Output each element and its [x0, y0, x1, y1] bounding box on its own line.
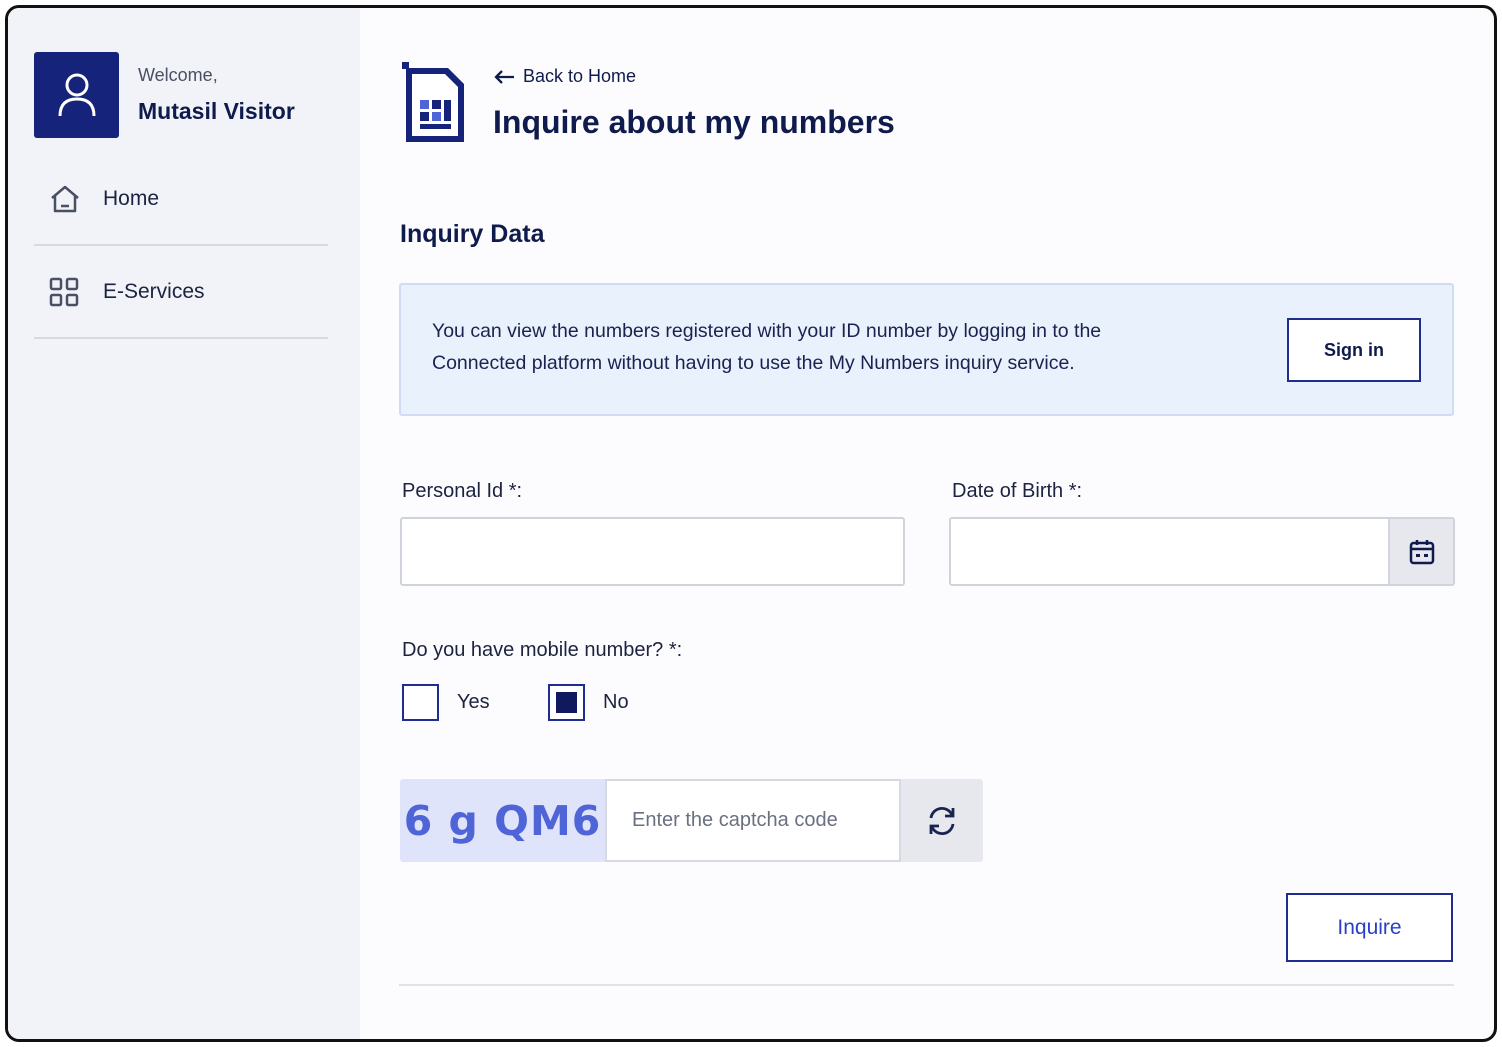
info-text: You can view the numbers registered with…	[432, 320, 1102, 374]
mobile-question-label: Do you have mobile number? *:	[402, 639, 683, 661]
sidebar-item-label: E-Services	[103, 279, 205, 303]
refresh-icon	[929, 806, 955, 835]
main-content: Back to Home Inquire about my numbers In…	[360, 8, 1494, 1039]
page-title: Inquire about my numbers	[493, 104, 895, 140]
sim-document-icon	[402, 62, 468, 151]
personal-id-label: Personal Id *:	[402, 480, 523, 502]
inquire-button[interactable]: Inquire	[1286, 893, 1453, 962]
user-profile: Welcome, Mutasil Visitor	[34, 52, 295, 138]
checkbox-checked-mark	[556, 692, 577, 713]
option-yes[interactable]: Yes	[402, 684, 490, 721]
sidebar-item-e-services[interactable]: E-Services	[34, 246, 328, 339]
sidebar-item-label: Home	[103, 186, 160, 210]
captcha-image: 6 g QM6	[400, 779, 605, 862]
option-yes-label: Yes	[457, 691, 490, 713]
sidebar-item-home[interactable]: Home	[34, 153, 328, 246]
checkbox-yes[interactable]	[402, 684, 439, 721]
app-window: Welcome, Mutasil Visitor Home E-Services…	[5, 5, 1497, 1042]
user-name: Mutasil Visitor	[138, 98, 295, 124]
avatar	[34, 52, 119, 138]
sidebar: Welcome, Mutasil Visitor Home E-Services	[8, 8, 360, 1039]
option-no-label: No	[603, 691, 629, 713]
option-no[interactable]: No	[548, 684, 629, 721]
date-of-birth-label: Date of Birth *:	[952, 480, 1083, 502]
section-title: Inquiry Data	[400, 220, 545, 248]
back-to-home-link[interactable]: Back to Home	[493, 66, 636, 87]
captcha-group: 6 g QM6 Enter the captcha code	[400, 779, 983, 862]
home-icon	[49, 184, 89, 214]
arrow-left-icon	[493, 69, 515, 85]
info-banner: You can view the numbers registered with…	[399, 283, 1454, 416]
user-icon	[58, 73, 95, 117]
date-of-birth-input[interactable]	[949, 517, 1455, 586]
sign-in-button[interactable]: Sign in	[1287, 318, 1421, 382]
grid-icon	[49, 277, 89, 307]
captcha-refresh-button[interactable]	[901, 779, 983, 862]
personal-id-input[interactable]	[400, 517, 905, 586]
divider	[399, 984, 1454, 986]
captcha-input[interactable]: Enter the captcha code	[605, 779, 901, 862]
calendar-icon	[1409, 539, 1434, 564]
back-link-label: Back to Home	[523, 66, 637, 86]
welcome-text: Welcome,	[138, 65, 218, 85]
checkbox-no[interactable]	[548, 684, 585, 721]
calendar-button[interactable]	[1388, 519, 1453, 584]
welcome-block: Welcome, Mutasil Visitor	[138, 65, 295, 125]
